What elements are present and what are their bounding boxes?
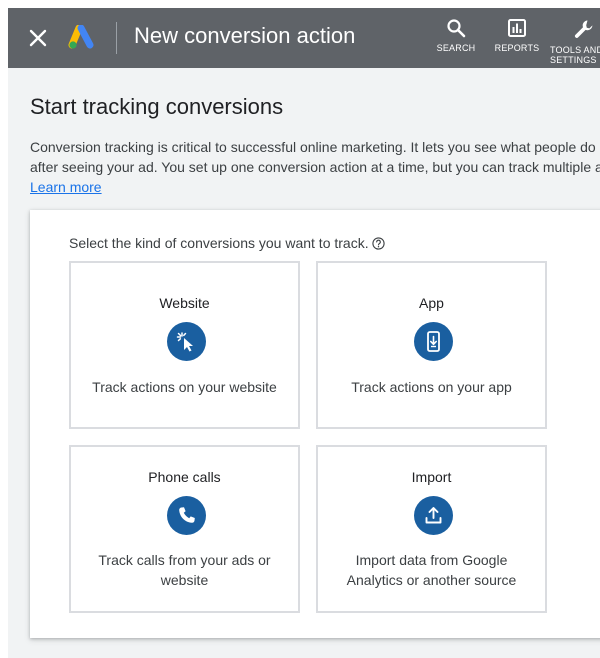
reports-tool-button[interactable]: REPORTS [487, 18, 547, 53]
reports-icon [508, 19, 526, 37]
reports-tool-label: REPORTS [494, 43, 540, 53]
search-tool-label: SEARCH [436, 43, 476, 53]
option-title: Import [411, 469, 452, 485]
option-phone-calls[interactable]: Phone calls Track calls from your ads or… [69, 445, 300, 613]
conversion-type-prompt: Select the kind of conversions you want … [69, 235, 385, 251]
intro-paragraph: Conversion tracking is critical to succe… [30, 137, 600, 197]
option-icon-circle [414, 322, 453, 361]
option-title: Website [159, 295, 210, 311]
search-icon [447, 19, 466, 38]
option-icon-circle [167, 496, 206, 535]
intro-text: Conversion tracking is critical to succe… [30, 139, 600, 175]
option-description: Track calls from your ads or website [98, 552, 271, 588]
learn-more-link[interactable]: Learn more [30, 179, 102, 195]
help-icon[interactable] [371, 237, 385, 250]
conversion-type-card: Select the kind of conversions you want … [30, 210, 600, 638]
top-bar: New conversion action SEARCH REPORTS TOO… [8, 8, 600, 68]
option-description: Track actions on your website [92, 379, 277, 395]
close-icon[interactable] [24, 24, 52, 52]
option-import[interactable]: Import Import data from Google Analytics… [316, 445, 547, 613]
header-divider [116, 22, 117, 54]
option-description: Track actions on your app [351, 379, 512, 395]
close-button[interactable] [24, 24, 52, 52]
section-heading: Start tracking conversions [30, 94, 284, 119]
tools-settings-label: TOOLS AND SETTINGS [550, 45, 600, 65]
upload-icon [425, 507, 442, 524]
option-description: Import data from Google Analytics or ano… [346, 552, 517, 588]
option-title: Phone calls [148, 469, 221, 485]
google-ads-logo [68, 24, 96, 51]
phone-icon [179, 507, 195, 523]
prompt-text: Select the kind of conversions you want … [69, 235, 369, 251]
mobile-download-icon [427, 331, 440, 352]
option-icon-circle [414, 496, 453, 535]
page-title: New conversion action [134, 23, 356, 48]
option-website[interactable]: Website Track actions on your website [69, 261, 300, 429]
search-tool-button[interactable]: SEARCH [426, 18, 486, 53]
option-icon-circle [167, 322, 206, 361]
tools-settings-button[interactable]: TOOLS AND SETTINGS [550, 18, 600, 65]
page: New conversion action SEARCH REPORTS TOO… [8, 8, 600, 658]
wrench-icon [574, 20, 593, 38]
option-app[interactable]: App Track actions on your app [316, 261, 547, 429]
cursor-click-icon [176, 332, 193, 352]
option-title: App [419, 295, 444, 311]
